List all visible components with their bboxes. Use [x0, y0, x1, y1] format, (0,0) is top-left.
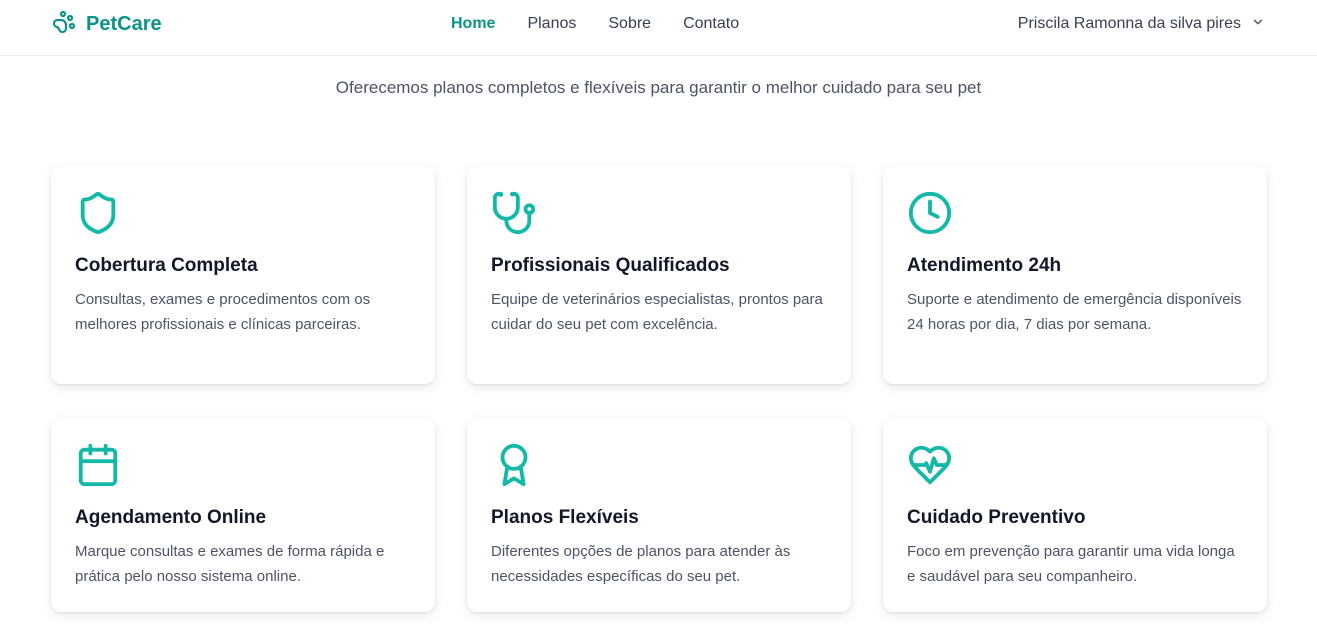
feature-description: Marque consultas e exames de forma rápid…	[75, 543, 385, 585]
feature-card-atendimento: Atendimento 24h Suporte e atendimento de…	[883, 166, 1267, 384]
feature-card-planos: Planos Flexíveis Diferentes opções de pl…	[467, 418, 851, 612]
brand-logo[interactable]: PetCare	[52, 10, 162, 39]
user-menu[interactable]: Priscila Ramonna da silva pires	[1018, 14, 1265, 34]
user-name: Priscila Ramonna da silva pires	[1017, 15, 1241, 32]
chevron-down-icon	[1241, 15, 1265, 34]
nav-sobre-link[interactable]: Sobre	[608, 14, 651, 34]
feature-title: Cuidado Preventivo	[907, 507, 1086, 528]
feature-card-agendamento: Agendamento Online Marque consultas e ex…	[51, 418, 435, 612]
award-icon	[491, 442, 537, 488]
feature-description: Consultas, exames e procedimentos com os…	[75, 291, 371, 333]
calendar-icon	[75, 442, 121, 488]
section-subtitle: Oferecemos planos completos e flexíveis …	[335, 78, 982, 97]
feature-description: Equipe de veterinários especialistas, pr…	[491, 291, 823, 333]
shield-icon	[75, 190, 121, 236]
feature-description: Foco em prevenção para garantir uma vida…	[907, 543, 1235, 585]
nav-contato-link[interactable]: Contato	[683, 14, 739, 34]
feature-title: Agendamento Online	[75, 507, 267, 528]
feature-title: Planos Flexíveis	[491, 507, 639, 528]
paw-icon	[52, 10, 76, 39]
stethoscope-icon	[491, 190, 537, 236]
feature-description: Suporte e atendimento de emergência disp…	[907, 291, 1242, 333]
brand-name: PetCare	[86, 13, 162, 35]
feature-title: Cobertura Completa	[75, 255, 258, 276]
clock-icon	[907, 190, 953, 236]
nav-planos-link[interactable]: Planos	[527, 14, 576, 34]
heart-pulse-icon	[907, 442, 953, 488]
feature-title: Profissionais Qualificados	[491, 255, 730, 276]
main-nav: Home Planos Sobre Contato	[451, 14, 771, 34]
feature-description: Diferentes opções de planos para atender…	[491, 543, 791, 585]
navbar: PetCare Home Planos Sobre Contato Prisci…	[0, 0, 1317, 56]
feature-card-profissionais: Profissionais Qualificados Equipe de vet…	[467, 166, 851, 384]
feature-card-preventivo: Cuidado Preventivo Foco em prevenção par…	[883, 418, 1267, 612]
feature-card-cobertura: Cobertura Completa Consultas, exames e p…	[51, 166, 435, 384]
feature-title: Atendimento 24h	[907, 255, 1062, 276]
nav-home-link[interactable]: Home	[451, 14, 495, 34]
